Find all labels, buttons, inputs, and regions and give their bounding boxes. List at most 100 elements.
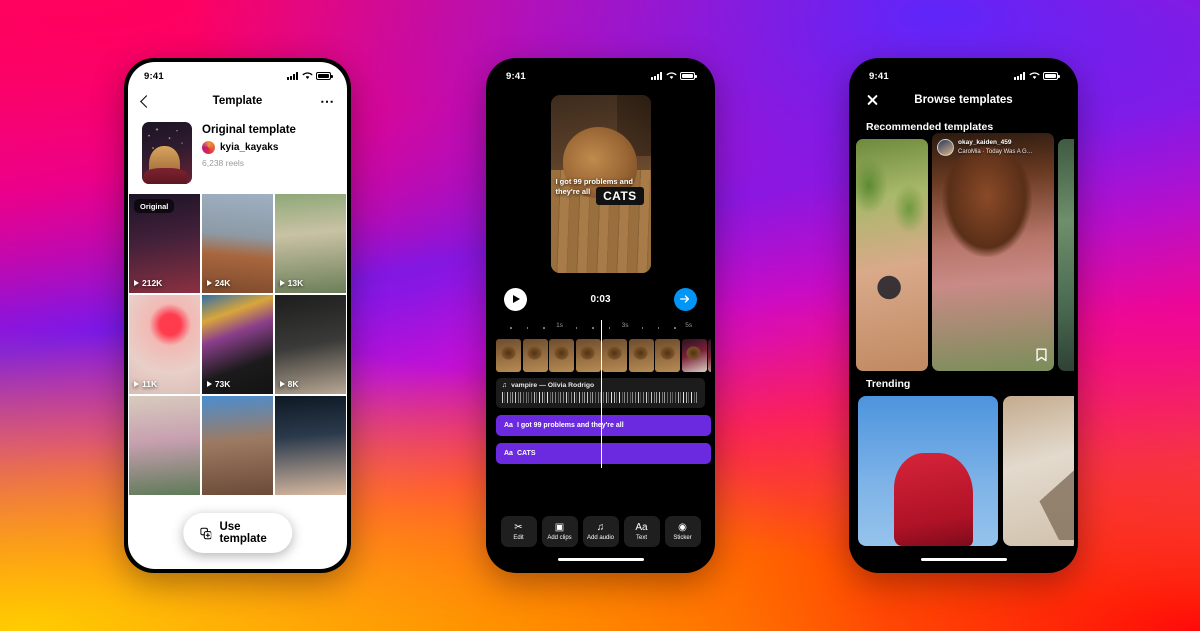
play-icon: [279, 280, 285, 287]
view-count: 11K: [134, 379, 157, 389]
filmstrip-frame[interactable]: [549, 339, 574, 372]
text-track[interactable]: Aa I got 99 problems and they're all: [496, 415, 711, 436]
preview-sticker: CATS: [596, 187, 644, 206]
grid-cell[interactable]: Original 212K: [129, 194, 201, 294]
text-track-label: CATS: [516, 450, 536, 457]
play-icon: [279, 381, 285, 388]
playhead[interactable]: [600, 320, 602, 468]
trending-templates-row[interactable]: [853, 396, 1074, 546]
add-audio-button[interactable]: ♫ Add audio: [582, 516, 619, 547]
sticker-icon: ◉: [678, 521, 687, 533]
filmstrip-frame[interactable]: [655, 339, 680, 372]
status-time: 9:41: [506, 70, 526, 82]
card-audio-label: CaroMia · Today Was A G…: [958, 149, 1033, 156]
chevron-left-icon[interactable]: [140, 94, 153, 108]
music-note-icon: ♫: [502, 382, 508, 389]
edit-button[interactable]: ✂ Edit: [500, 516, 537, 547]
grid-cell[interactable]: 24K: [201, 194, 274, 294]
text-track-prefix: Aa: [504, 450, 513, 457]
text-track-label: I got 99 problems and they're all: [516, 422, 624, 429]
avatar: [202, 141, 215, 154]
grid-cell[interactable]: [129, 395, 201, 495]
template-thumbnail[interactable]: [142, 122, 192, 184]
text-track-prefix: Aa: [504, 422, 513, 429]
username-label: okay_kaiden_459: [958, 139, 1012, 146]
navigation-bar: Browse templates: [853, 86, 1074, 114]
add-audio-icon: ♫: [596, 521, 605, 533]
original-badge: Original: [134, 199, 175, 213]
template-author[interactable]: kyia_kayaks: [202, 141, 296, 154]
view-count: 24K: [206, 278, 230, 288]
battery-icon: [680, 72, 697, 80]
wifi-icon: [1029, 72, 1039, 79]
sticker-button[interactable]: ◉ Sticker: [664, 516, 701, 547]
filmstrip-frame[interactable]: [575, 339, 601, 372]
next-button[interactable]: [673, 287, 697, 311]
avatar: [937, 139, 954, 157]
view-count: 73K: [206, 379, 230, 389]
tool-label: Text: [635, 534, 647, 541]
add-clips-button[interactable]: ▣ Add clips: [541, 516, 578, 547]
wifi-icon: [666, 72, 676, 79]
filmstrip-frame[interactable]: [602, 339, 627, 372]
reels-grid: Original 212K 24K 13K 11K 73K 8K: [128, 194, 347, 495]
filmstrip-frame[interactable]: [522, 339, 548, 372]
view-count: 13K: [279, 278, 303, 288]
trending-card[interactable]: [1003, 396, 1074, 546]
grid-cell[interactable]: 11K: [129, 294, 201, 395]
view-count: 8K: [279, 379, 299, 389]
grid-cell[interactable]: 8K: [274, 294, 346, 395]
clip-preview[interactable]: I got 99 problems and they're all CATS: [550, 95, 651, 273]
edit-icon: ✂: [514, 521, 523, 533]
home-indicator: [557, 557, 644, 561]
card-username: okay_kaiden_459 CaroMia · Today Was A G…: [958, 138, 1033, 157]
filmstrip-frame[interactable]: [496, 339, 521, 372]
playback-controls: 0:03: [490, 282, 711, 316]
status-time: 9:41: [144, 70, 164, 82]
status-bar: 9:41: [490, 62, 711, 86]
add-template-icon: [199, 527, 212, 539]
battery-icon: [316, 72, 333, 80]
trending-card[interactable]: [858, 396, 998, 546]
template-card[interactable]: okay_kaiden_459 CaroMia · Today Was A G…: [932, 133, 1054, 371]
audio-label: vampire — Olivia Rodrigo: [511, 382, 595, 389]
more-options-icon[interactable]: ⋯: [320, 94, 335, 108]
grid-cell[interactable]: [201, 395, 274, 495]
text-icon: Aa: [635, 521, 648, 533]
template-card[interactable]: [856, 139, 928, 371]
view-count: 212K: [134, 278, 162, 288]
play-icon: [134, 280, 139, 287]
tool-label: Add clips: [547, 534, 572, 541]
trending-section-title: Trending: [866, 378, 911, 390]
cellular-bars-icon: [1014, 72, 1025, 80]
arrow-right-icon: [680, 295, 690, 303]
grid-cell[interactable]: 13K: [274, 194, 346, 294]
filmstrip-frame[interactable]: [681, 339, 707, 372]
clip-preview-area: I got 99 problems and they're all CATS: [490, 86, 711, 282]
add-clips-icon: ▣: [554, 521, 565, 533]
ruler-label: 3s: [621, 322, 629, 329]
timeline[interactable]: 1s 3s 5s ♫ vampire — Olivia Rodrigo Aa I…: [490, 316, 711, 468]
phone-template-detail: 9:41 Template ⋯ Original template kyia_k…: [124, 58, 351, 573]
use-template-button[interactable]: Use template: [182, 513, 293, 553]
tool-label: Edit: [513, 534, 524, 541]
filmstrip-frame[interactable]: [708, 339, 711, 372]
text-track[interactable]: Aa CATS: [496, 443, 711, 464]
bookmark-icon[interactable]: [1036, 348, 1047, 362]
phone-browse-templates: 9:41 Browse templates Recommended templa…: [849, 58, 1078, 573]
recommended-templates-row[interactable]: okay_kaiden_459 CaroMia · Today Was A G…: [853, 133, 1074, 371]
template-card[interactable]: [1058, 139, 1074, 371]
play-button[interactable]: [504, 287, 527, 311]
filmstrip-frame[interactable]: [628, 339, 654, 372]
grid-cell[interactable]: 73K: [201, 294, 274, 395]
timestamp-label: 0:03: [590, 293, 611, 305]
play-icon: [513, 295, 520, 303]
username-label: kyia_kayaks: [220, 142, 279, 153]
battery-icon: [1043, 72, 1060, 80]
template-header: Original template kyia_kayaks 6,238 reel…: [128, 116, 347, 194]
home-indicator: [920, 557, 1007, 561]
text-button[interactable]: Aa Text: [623, 516, 660, 547]
grid-cell[interactable]: [274, 395, 346, 495]
play-icon: [206, 381, 212, 388]
phone-reel-editor: 9:41 I got 99 problems and they're all C…: [486, 58, 715, 573]
